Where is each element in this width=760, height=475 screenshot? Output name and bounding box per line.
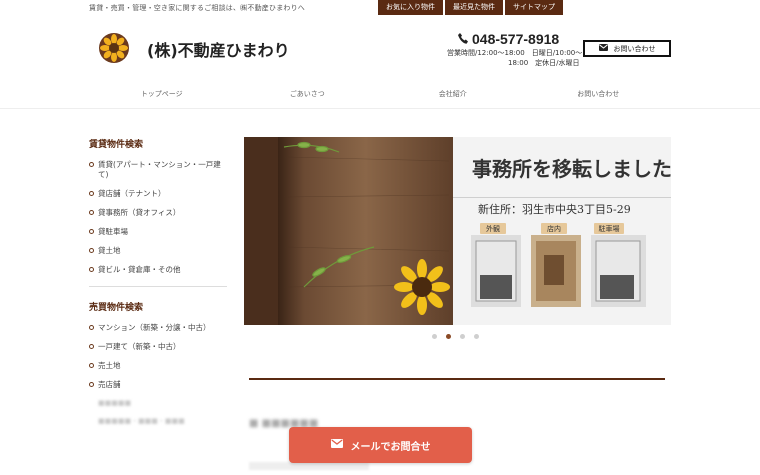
slider-dot-active[interactable] [446,334,451,339]
header-tagline: 賃貸・売買・管理・空き家に関するご相談は、㈱不動産ひまわりへ [89,4,305,12]
mail-contact-button[interactable]: メールでお問合せ [289,427,472,463]
bullet-icon [89,344,94,349]
bullet-icon [89,325,94,330]
sidebar-divider [89,286,227,287]
sidebar-blurred-item: ■■■■■ [98,399,132,407]
mail-icon [598,44,608,53]
section-divider [249,378,665,380]
photo-label-exterior: 外観 [486,225,500,233]
top-links: お気に入り物件 最近見た物件 サイトマップ [378,0,563,15]
slider-dot[interactable] [474,334,479,339]
sidebar-item-rental-store[interactable]: 貸店舗（テナント） [89,189,227,199]
bullet-icon [89,162,94,167]
mail-icon [330,439,343,451]
slider-pagination [432,334,479,339]
bullet-icon [89,382,94,387]
sitemap-link[interactable]: サイトマップ [505,0,563,15]
sidebar-item-sale-land[interactable]: 売土地 [89,361,227,371]
phone-number[interactable]: 048-577-8918 [472,31,559,47]
bullet-icon [89,267,94,272]
sidebar-item-rental-other[interactable]: 貸ビル・貸倉庫・その他 [89,265,227,275]
photo-label-parking: 駐車場 [598,225,620,233]
business-hours: 営業時間/12:00～18:00 日曜日/10:00～ [447,49,583,57]
favorites-link[interactable]: お気に入り物件 [378,0,443,15]
sale-list: マンション（新築・分譲・中古） 一戸建て（新築・中古） 売土地 売店舗 [89,323,227,390]
bullet-icon [89,229,94,234]
slider-dot[interactable] [432,334,437,339]
nav-contact[interactable]: お問い合わせ [526,86,672,102]
mail-button-label: メールでお問合せ [350,441,431,453]
recently-viewed-link[interactable]: 最近見た物件 [445,0,503,15]
holiday-info: 18:00 定休日/水曜日 [508,59,580,67]
rent-search-title: 賃貸物件検索 [89,140,144,150]
brand-name[interactable]: (株)不動産ひまわり [147,37,290,61]
sale-search-title: 売買物件検索 [89,303,144,313]
sidebar-item-sale-condo[interactable]: マンション（新築・分譲・中古） [89,323,227,333]
sidebar: 賃貸物件検索 賃貸(アパート・マンション・一戸建て) 貸店舗（テナント） 貸事務… [89,137,227,435]
global-nav: トップページ ごあいさつ 会社紹介 お問い合わせ [89,86,671,102]
nav-greeting[interactable]: ごあいさつ [235,86,381,102]
contact-button[interactable]: お問い合わせ [583,40,671,57]
main-slider[interactable]: 事務所を移転しました 新住所：羽生市中央3丁目5-29 外観 店内 駐車場 [244,137,671,325]
nav-divider [0,108,760,109]
nav-company[interactable]: 会社紹介 [380,86,526,102]
slider-dot[interactable] [460,334,465,339]
slider-headline: 事務所を移転しました [472,157,671,181]
bullet-icon [89,191,94,196]
bullet-icon [89,210,94,215]
nav-top[interactable]: トップページ [89,86,235,102]
blurred-content [249,462,369,470]
sidebar-blurred-item: ■■■■■・■■■・■■■ [98,417,185,425]
bullet-icon [89,248,94,253]
sidebar-item-sale-house[interactable]: 一戸建て（新築・中古） [89,342,227,352]
rent-list: 賃貸(アパート・マンション・一戸建て) 貸店舗（テナント） 貸事務所（貸オフィス… [89,160,227,275]
sidebar-item-rental-land[interactable]: 貸土地 [89,246,227,256]
sidebar-item-rental-office[interactable]: 貸事務所（貸オフィス） [89,208,227,218]
photo-label-interior: 店内 [547,225,561,233]
sidebar-item-rental-parking[interactable]: 貸駐車場 [89,227,227,237]
phone-icon [458,29,468,48]
phone-row: 048-577-8918 [458,29,559,48]
slider-address: 新住所：羽生市中央3丁目5-29 [478,203,631,216]
sunflower-logo[interactable] [99,33,129,63]
bullet-icon [89,363,94,368]
contact-button-label: お問い合わせ [613,44,656,53]
sidebar-item-sale-store[interactable]: 売店舗 [89,380,227,390]
sidebar-item-rental-housing[interactable]: 賃貸(アパート・マンション・一戸建て) [89,160,227,180]
